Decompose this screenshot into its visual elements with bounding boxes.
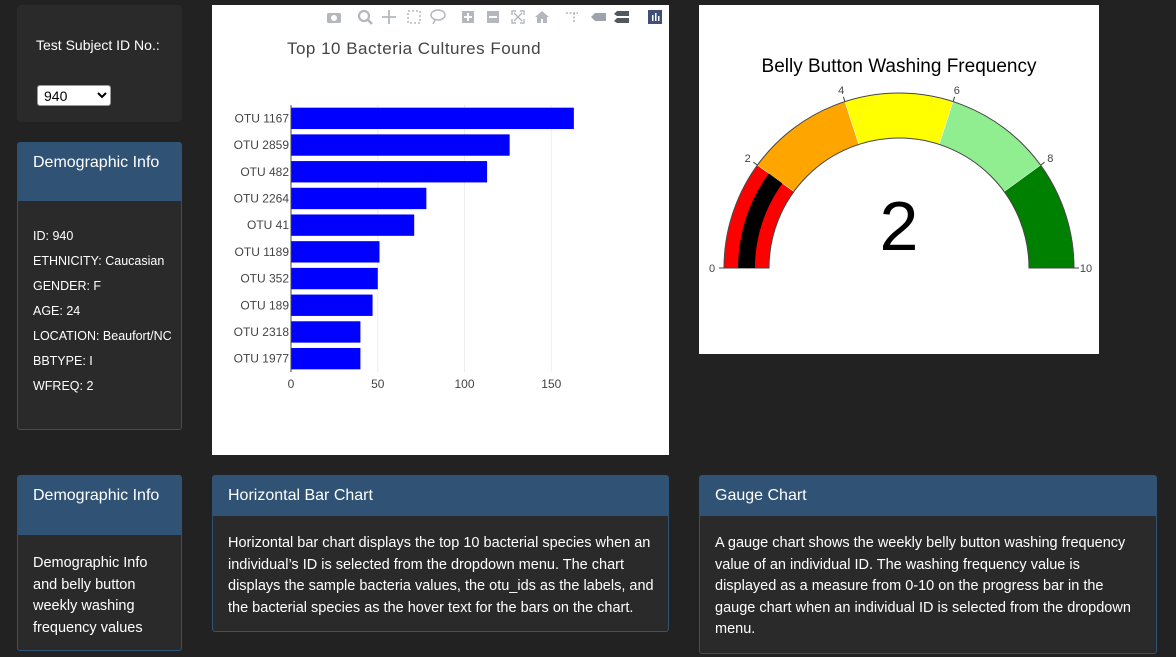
bar[interactable] <box>291 214 415 236</box>
gauge-tick <box>1040 161 1045 166</box>
bar[interactable] <box>291 321 361 343</box>
y-tick-label: OTU 1167 <box>235 111 290 125</box>
panel-title: Horizontal Bar Chart <box>228 487 373 504</box>
demographic-list: ID: 940 ETHNICITY: Caucasian GENDER: F AGE:… <box>33 229 181 404</box>
demographic-item: GENDER: F <box>33 279 102 293</box>
bar-series <box>291 107 574 370</box>
gauge-tick-label: 2 <box>745 153 751 165</box>
demographic-description-panel: Demographic Info Demographic Info and be… <box>17 475 182 651</box>
gauge-tick <box>753 161 758 166</box>
panel-text: A gauge chart shows the weekly belly but… <box>715 535 1131 637</box>
gauge-chart: Belly Button Washing Frequency 0 2 4 6 8 10 2 <box>709 56 1092 275</box>
bar-chart: Top 10 Bacteria Cultures Found OTU 1167O… <box>234 9 662 391</box>
autoscale-icon[interactable] <box>511 10 525 24</box>
y-axis-labels: OTU 1167 OTU 2859 OTU 482 OTU 2264 OTU 41 OTU… <box>234 111 290 365</box>
gauge-chart-description-panel: Gauge Chart A gauge chart shows the week… <box>699 475 1157 654</box>
bar[interactable] <box>291 107 574 130</box>
panel-header: Horizontal Bar Chart <box>213 476 668 516</box>
x-tick-label: 150 <box>541 377 561 391</box>
home-icon[interactable] <box>535 11 549 23</box>
gauge-tick <box>952 96 956 102</box>
y-tick-label: OTU 2264 <box>234 191 290 205</box>
spike-lines-icon[interactable] <box>566 12 578 23</box>
panel-header: Gauge Chart <box>700 476 1156 516</box>
panel-text: Demographic Info and belly button weekly… <box>33 555 148 636</box>
y-tick-label: OTU 1189 <box>235 245 290 259</box>
demographic-item: ID: 940 <box>33 229 74 243</box>
gauge-tick-label: 8 <box>1047 153 1053 165</box>
demographic-item: WFREQ: 2 <box>33 379 94 393</box>
gauge-band <box>844 92 954 145</box>
bar-chart-panel: Top 10 Bacteria Cultures Found OTU 1167 O… <box>212 5 669 455</box>
gauge-value: 2 <box>880 187 919 265</box>
hover-closest-icon[interactable] <box>591 13 606 21</box>
plotly-logo-icon[interactable] <box>648 10 662 24</box>
demographic-item: LOCATION: Beaufort/NC <box>33 329 172 343</box>
bar[interactable] <box>291 161 488 183</box>
gauge-tick-label: 0 <box>709 263 715 275</box>
subject-id-label: Test Subject ID No.: <box>36 37 160 53</box>
panel-header: Demographic Info <box>18 143 181 201</box>
gauge-tick <box>842 96 846 102</box>
zoom-icon[interactable] <box>357 9 373 25</box>
y-tick-label: OTU 1977 <box>234 352 290 366</box>
zoom-out-icon[interactable] <box>487 11 499 23</box>
hover-compare-icon[interactable] <box>614 11 629 23</box>
box-select-icon[interactable] <box>407 10 421 24</box>
panel-title: Gauge Chart <box>715 487 807 504</box>
plot-toolbar <box>327 9 662 25</box>
x-tick-label: 100 <box>455 377 475 391</box>
bar[interactable] <box>291 347 361 370</box>
gauge-title: Belly Button Washing Frequency <box>762 56 1037 77</box>
x-axis-labels: 0 50 100 150 <box>288 377 562 391</box>
panel-title: Demographic Info <box>33 154 160 171</box>
pan-icon[interactable] <box>382 10 396 24</box>
zoom-in-icon[interactable] <box>462 11 474 23</box>
demographic-item: BBTYPE: I <box>33 354 93 368</box>
chart-title: Top 10 Bacteria Cultures Found <box>287 39 541 58</box>
gauge-tick-label: 6 <box>954 85 960 97</box>
demographic-info-panel: Demographic Info ID: 940 ETHNICITY: Cauca… <box>17 142 182 430</box>
y-tick-label: OTU 482 <box>240 165 289 179</box>
gauge-chart-panel: Belly Button Washing Frequency 0 2 4 6 8 10 2 <box>699 5 1099 354</box>
bar[interactable] <box>291 134 510 156</box>
gauge-tick-label: 10 <box>1080 263 1092 275</box>
y-tick-label: OTU 2318 <box>234 325 290 339</box>
panel-header: Demographic Info <box>18 476 181 535</box>
bar[interactable] <box>291 241 380 263</box>
lasso-icon[interactable] <box>430 9 446 25</box>
demographic-item: ETHNICITY: Caucasian <box>33 254 165 268</box>
subject-id-dropdown[interactable]: 940 <box>37 85 111 106</box>
x-tick-label: 0 <box>288 377 295 391</box>
y-tick-label: OTU 2859 <box>234 138 290 152</box>
bar[interactable] <box>291 267 378 290</box>
bar[interactable] <box>291 187 427 210</box>
x-tick-label: 50 <box>371 377 385 391</box>
subject-selector-card: Test Subject ID No.: 940 <box>17 5 182 122</box>
camera-icon[interactable] <box>327 13 341 23</box>
panel-title: Demographic Info <box>33 487 160 504</box>
gauge-tick-label: 4 <box>838 85 844 97</box>
y-tick-label: OTU 189 <box>240 298 289 312</box>
y-tick-label: OTU 352 <box>240 272 289 286</box>
bar-chart-description-panel: Horizontal Bar Chart Horizontal bar char… <box>212 475 669 632</box>
y-tick-label: OTU 41 <box>247 218 289 232</box>
demographic-item: AGE: 24 <box>33 304 81 318</box>
panel-text: Horizontal bar chart displays the top 10… <box>228 535 654 616</box>
bar[interactable] <box>291 294 373 316</box>
